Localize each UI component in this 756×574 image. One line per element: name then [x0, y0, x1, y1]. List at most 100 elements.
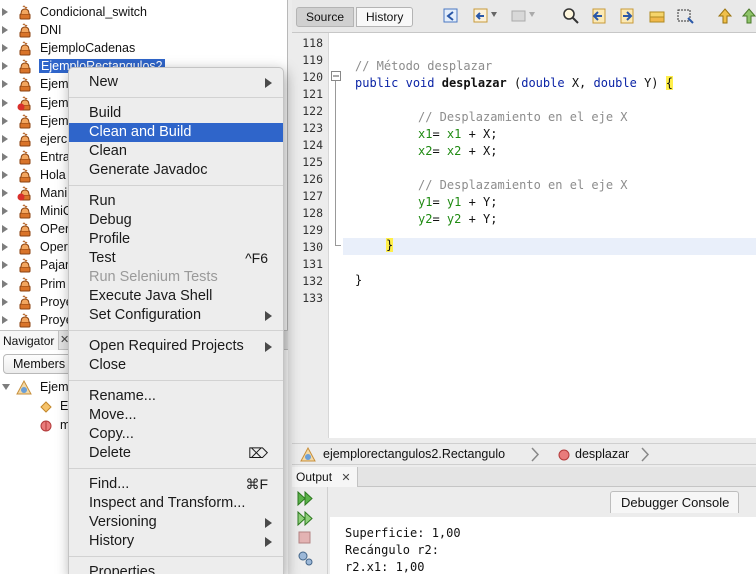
- menu-item-generate-javadoc[interactable]: Generate Javadoc: [69, 161, 283, 180]
- find-icon[interactable]: [562, 7, 580, 25]
- rectangular-selection-icon[interactable]: [676, 7, 694, 25]
- expand-arrow-icon[interactable]: [2, 207, 8, 216]
- menu-item-inspect-and-transform[interactable]: Inspect and Transform...: [69, 494, 283, 513]
- menu-item-new[interactable]: New: [69, 73, 283, 92]
- expand-arrow-icon[interactable]: [2, 225, 8, 234]
- menu-item-open-required-projects[interactable]: Open Required Projects: [69, 337, 283, 356]
- menu-item-build[interactable]: Build: [69, 104, 283, 123]
- expand-arrow-icon[interactable]: [2, 62, 8, 71]
- code-keyword: double: [593, 76, 637, 90]
- tab-history[interactable]: History: [356, 7, 414, 27]
- breadcrumb-class[interactable]: ejemplorectangulos2.Rectangulo: [323, 447, 505, 461]
- rerun-icon[interactable]: [296, 490, 314, 507]
- fold-collapse-icon[interactable]: [331, 71, 341, 81]
- expand-arrow-icon[interactable]: [2, 243, 8, 252]
- expand-arrow-icon[interactable]: [2, 261, 8, 270]
- toggle-highlight-icon[interactable]: [648, 7, 666, 25]
- project-tree-item[interactable]: Condicional_switch: [0, 3, 288, 22]
- menu-item-move[interactable]: Move...: [69, 406, 283, 425]
- previous-bookmark-icon[interactable]: [716, 7, 734, 25]
- expand-arrow-icon[interactable]: [2, 315, 8, 324]
- expand-icon[interactable]: [2, 384, 10, 390]
- menu-item-label: Move...: [89, 407, 137, 423]
- project-tree-label: OPer: [40, 222, 70, 237]
- expand-arrow-icon[interactable]: [2, 98, 8, 107]
- back-icon[interactable]: [472, 7, 490, 25]
- field-icon: [40, 401, 52, 413]
- menu-item-versioning[interactable]: Versioning: [69, 513, 283, 532]
- menu-separator: [69, 556, 283, 557]
- menu-item-run[interactable]: Run: [69, 192, 283, 211]
- menu-item-label: Rename...: [89, 388, 156, 404]
- menu-item-properties[interactable]: Properties: [69, 563, 283, 574]
- navigator-tab[interactable]: Navigator: [0, 331, 60, 350]
- find-next-icon[interactable]: [618, 7, 636, 25]
- menu-item-set-configuration[interactable]: Set Configuration: [69, 306, 283, 325]
- menu-item-find[interactable]: Find... ⌘F: [69, 475, 283, 494]
- output-console[interactable]: Superficie: 1,00 Recángulo r2: r2.x1: 1,…: [330, 517, 756, 574]
- line-number: 123: [302, 121, 323, 135]
- breadcrumb-method[interactable]: desplazar: [575, 447, 629, 461]
- menu-item-execute-java-shell[interactable]: Execute Java Shell: [69, 287, 283, 306]
- menu-item-debug[interactable]: Debug: [69, 211, 283, 230]
- find-previous-icon[interactable]: [590, 7, 608, 25]
- code-field: y1: [446, 195, 462, 209]
- code-text: + X;: [461, 144, 498, 158]
- output-header: Output ✕: [292, 467, 756, 487]
- expand-arrow-icon[interactable]: [2, 297, 8, 306]
- line-number: 118: [302, 36, 323, 50]
- expand-arrow-icon[interactable]: [2, 170, 8, 179]
- expand-arrow-icon[interactable]: [2, 80, 8, 89]
- expand-arrow-icon[interactable]: [2, 189, 8, 197]
- java-project-icon: [19, 41, 31, 56]
- line-number: 122: [302, 104, 323, 118]
- close-icon[interactable]: ✕: [341, 472, 350, 484]
- menu-item-close[interactable]: Close: [69, 356, 283, 375]
- line-number: 133: [302, 291, 323, 305]
- rerun-with-options-icon[interactable]: [296, 510, 314, 527]
- line-number: 124: [302, 138, 323, 152]
- debugger-console-label: Debugger Console: [621, 495, 730, 510]
- menu-separator: [69, 468, 283, 469]
- expand-arrow-icon[interactable]: [2, 44, 8, 53]
- menu-item-history[interactable]: History: [69, 532, 283, 551]
- menu-item-test[interactable]: Test ^F6: [69, 249, 283, 268]
- java-project-icon: [19, 258, 31, 273]
- menu-item-clean-and-build[interactable]: Clean and Build: [69, 123, 283, 142]
- project-tree-item[interactable]: EjemploCadenas: [0, 39, 288, 58]
- expand-arrow-icon[interactable]: [2, 8, 8, 16]
- menu-item-label: Clean: [89, 143, 127, 159]
- settings-icon[interactable]: [296, 549, 314, 567]
- forward-icon[interactable]: [510, 7, 528, 25]
- project-tree-item[interactable]: DNI: [0, 21, 288, 40]
- debugger-console-tab[interactable]: Debugger Console: [610, 491, 740, 513]
- code-line-132: }: [355, 273, 362, 287]
- tab-source[interactable]: Source: [296, 7, 355, 27]
- code-line-130: }: [386, 238, 394, 252]
- chevron-down-icon[interactable]: [529, 12, 535, 17]
- expand-arrow-icon[interactable]: [2, 116, 8, 125]
- expand-arrow-icon[interactable]: [2, 152, 8, 161]
- menu-item-run-selenium-tests: Run Selenium Tests: [69, 268, 283, 287]
- menu-item-delete[interactable]: Delete ⌦: [69, 444, 283, 463]
- code-text: =: [432, 195, 447, 209]
- output-tab[interactable]: Output ✕: [292, 467, 358, 487]
- next-bookmark-icon[interactable]: [742, 7, 756, 25]
- menu-item-copy[interactable]: Copy...: [69, 425, 283, 444]
- expand-arrow-icon[interactable]: [2, 134, 8, 143]
- context-menu: New Build Clean and Build Clean Generate Jav…: [68, 67, 284, 574]
- code-text: + Y;: [461, 212, 498, 226]
- code-editor[interactable]: 118 119 120 121 122 123 124 125 126 127 128 129 130 1…: [292, 33, 756, 438]
- stop-icon[interactable]: [297, 530, 313, 546]
- output-line: r2.x1: 1,00: [345, 560, 425, 574]
- menu-item-label: Execute Java Shell: [89, 288, 213, 304]
- chevron-down-icon[interactable]: [491, 12, 497, 17]
- menu-item-profile[interactable]: Profile: [69, 230, 283, 249]
- code-comment: // Método desplazar: [355, 59, 493, 73]
- expand-arrow-icon[interactable]: [2, 26, 8, 35]
- menu-item-clean[interactable]: Clean: [69, 142, 283, 161]
- menu-item-rename[interactable]: Rename...: [69, 387, 283, 406]
- expand-arrow-icon[interactable]: [2, 279, 8, 288]
- last-edit-icon[interactable]: [442, 7, 460, 25]
- output-line: Recángulo r2:: [345, 543, 439, 557]
